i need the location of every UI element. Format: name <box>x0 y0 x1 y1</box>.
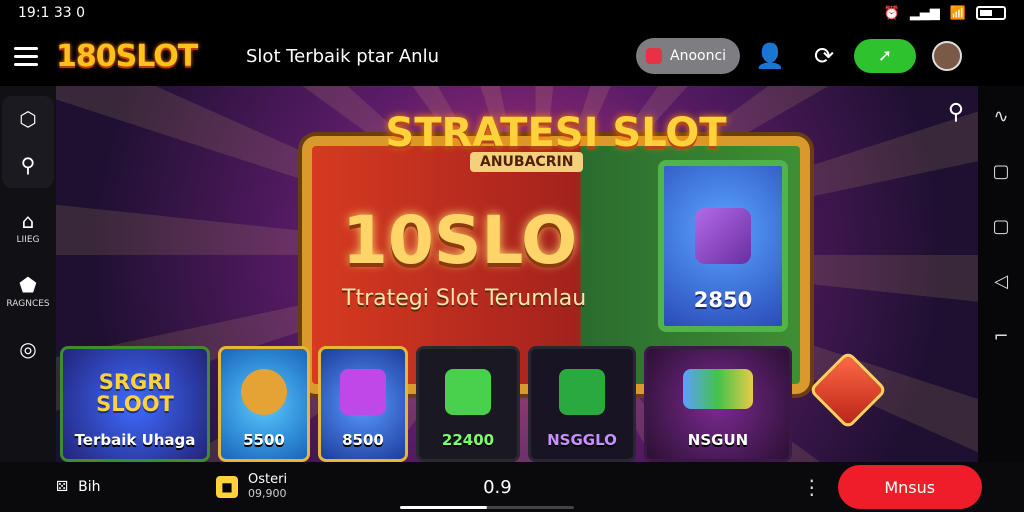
menu-line <box>14 46 38 50</box>
announce-label: Anoonci <box>670 48 727 64</box>
menu-button[interactable] <box>0 30 52 82</box>
house-icon: ⬟ <box>19 273 37 297</box>
banner-big-word: 10SLO <box>342 202 578 279</box>
bottom-left-item[interactable]: ⚄ Bih <box>0 479 160 495</box>
more-icon[interactable]: ⋮ <box>802 475 822 499</box>
bottom-bar: ⚄ Bih ■ Osteri 09,900 0.9 ⋮ Mnsus <box>0 462 1024 512</box>
search-icon: ⚲ <box>20 153 36 177</box>
system-nav: ∿ ▢ ▢ ◁ ⌐ <box>978 86 1024 512</box>
banner-headline: STRATESI SLOT <box>385 110 727 156</box>
home-icon: ⌂ <box>21 209 35 233</box>
game-title: Osteri <box>248 472 288 487</box>
treasure-icon <box>695 208 751 264</box>
deposit-button[interactable]: ➚ <box>854 39 916 73</box>
tile-label: Terbaik Uhaga <box>74 431 196 449</box>
menu-line <box>14 62 38 66</box>
square-icon[interactable]: ▢ <box>992 161 1009 182</box>
avatar[interactable] <box>932 41 962 71</box>
game-tile[interactable]: 8500 <box>318 346 408 462</box>
sidebar-item-label: RAGNCES <box>6 299 50 309</box>
purple-gem-icon <box>340 369 386 415</box>
refresh-icon[interactable]: ⟳ <box>800 32 848 80</box>
primary-button[interactable]: Mnsus <box>837 465 982 509</box>
tile-label: 8500 <box>342 431 384 449</box>
emerald-icon <box>559 369 605 415</box>
game-tile[interactable]: SRGRI SLOOT Terbaik Uhaga <box>60 346 210 462</box>
sidebar-item-home[interactable]: ⌂ LIIEG <box>0 198 56 256</box>
game-icon: ■ <box>216 476 238 498</box>
signal-icon: ▂▄▆ <box>909 5 940 21</box>
app-logo[interactable]: 180SLOT <box>56 39 236 74</box>
status-bar: 19:1 33 0 ⏰ ▂▄▆ 📶 <box>0 0 1024 26</box>
banner-subtitle: Ttrategi Slot Terumlau <box>342 286 587 311</box>
sidebar-item-settings[interactable]: ◎ <box>0 326 56 372</box>
game-sub: 09,900 <box>248 487 287 500</box>
status-icons: ⏰ ▂▄▆ 📶 <box>884 6 1006 21</box>
game-tile[interactable]: NSGGLO <box>528 346 636 462</box>
stack-icon <box>683 369 753 409</box>
compass-icon: ◎ <box>19 337 37 361</box>
game-tile[interactable]: NSGUN <box>644 346 792 462</box>
page-title: Slot Terbaik ptar Anlu <box>246 45 439 67</box>
sidebar-item-label: LIIEG <box>16 235 40 245</box>
left-sidebar: ⬡ ⚲ ⌂ LIIEG ⬟ RAGNCES ◎ <box>0 86 56 462</box>
scribble-icon[interactable]: ∿ <box>993 106 1008 127</box>
tile-label: 5500 <box>243 431 285 449</box>
status-time: 19:1 33 0 <box>18 5 86 21</box>
announce-button[interactable]: Anoonci <box>636 38 740 74</box>
jackpot-value: 2850 <box>693 288 753 312</box>
alarm-icon: ⏰ <box>883 5 900 21</box>
banner-headline-sub: ANUBACRIN <box>470 152 584 172</box>
progress-bar <box>400 506 574 509</box>
tile-label: NSGGLO <box>547 431 617 449</box>
app-screen: 19:1 33 0 ⏰ ▂▄▆ 📶 180SLOT Slot Terbaik p… <box>0 0 1024 512</box>
current-game[interactable]: ■ Osteri 09,900 <box>216 473 287 501</box>
center-value: 0.9 <box>483 476 512 498</box>
square-corner-icon[interactable]: ⌐ <box>993 326 1008 347</box>
sidebar-item-games[interactable]: ⬟ RAGNCES <box>0 256 56 326</box>
tile-title: SRGRI SLOOT <box>96 370 174 416</box>
announce-icon <box>646 48 662 64</box>
battery-icon <box>976 6 1006 20</box>
top-bar: 180SLOT Slot Terbaik ptar Anlu Anoonci 👤… <box>0 26 1024 86</box>
menu-line <box>14 54 38 58</box>
game-tile[interactable]: 22400 <box>416 346 520 462</box>
wifi-icon: 📶 <box>949 5 966 21</box>
search-icon[interactable]: ⚲ <box>948 100 964 125</box>
sidebar-item-search[interactable]: ⚲ <box>2 142 54 188</box>
gold-ring-icon <box>241 369 287 415</box>
game-tile[interactable]: 5500 <box>218 346 310 462</box>
square-icon[interactable]: ▢ <box>992 216 1009 237</box>
sidebar-block: ⬡ ⚲ <box>2 96 54 188</box>
game-text: Osteri 09,900 <box>248 473 287 501</box>
sidebar-item-shield[interactable]: ⬡ <box>2 96 54 142</box>
bottom-left-label: Bih <box>78 479 101 495</box>
shield-icon: ⬡ <box>19 107 37 131</box>
progress-fill <box>400 506 487 509</box>
back-triangle-icon[interactable]: ◁ <box>994 271 1008 292</box>
green-gem-icon <box>445 369 491 415</box>
jackpot-card[interactable]: 2850 <box>658 160 788 332</box>
profile-icon[interactable]: 👤 <box>746 32 794 80</box>
tile-label: 22400 <box>441 431 495 449</box>
tile-label: NSGUN <box>687 431 749 449</box>
game-tiles: SRGRI SLOOT Terbaik Uhaga 5500 8500 2240… <box>60 346 900 462</box>
dice-icon: ⚄ <box>56 479 69 495</box>
